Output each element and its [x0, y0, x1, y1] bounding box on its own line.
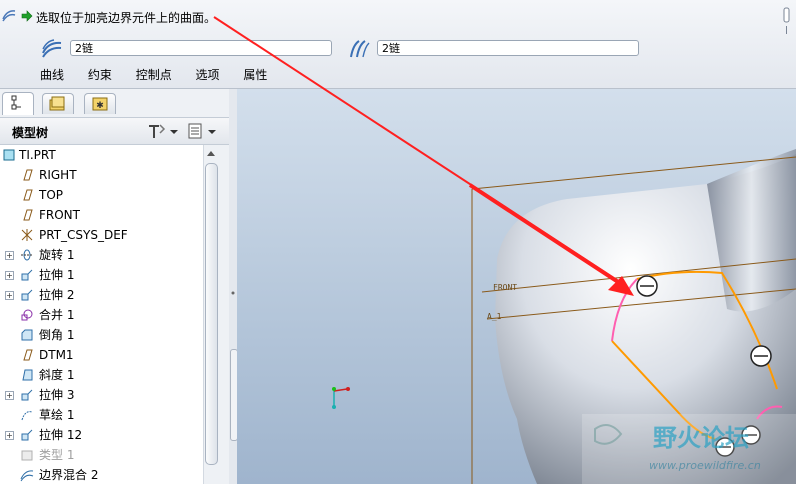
revolve-icon	[21, 249, 33, 261]
navigator-panel: ✱ 模型树 TI.PRT RIGHT TOP FRONT PRT_CSYS_DE…	[0, 89, 230, 484]
datum-plane-icon	[23, 349, 33, 361]
drag-handle[interactable]	[750, 345, 772, 367]
second-direction-icon[interactable]	[347, 39, 371, 59]
sketch-icon	[21, 411, 33, 421]
tree-item[interactable]: + 拉伸 2	[0, 285, 203, 305]
tree-item[interactable]: 边界混合 2	[0, 465, 203, 484]
merge-icon	[21, 309, 33, 321]
tree-item[interactable]: 合并 1	[0, 305, 203, 325]
tab-control-points[interactable]: 控制点	[136, 68, 172, 82]
tab-favorites[interactable]: ✱	[84, 93, 116, 114]
tree-item-root[interactable]: TI.PRT	[0, 145, 203, 165]
extrude-icon	[21, 389, 33, 401]
axis-label: A_1	[487, 312, 502, 321]
expand-icon[interactable]: +	[5, 251, 14, 260]
type-icon	[21, 450, 33, 461]
message-area: 选取位于加亮边界元件上的曲面。	[0, 0, 796, 34]
tree-item[interactable]: + 旋转 1	[0, 245, 203, 265]
boundary-blend-icon	[20, 470, 34, 482]
splitter-grip-icon	[231, 291, 235, 295]
tab-properties[interactable]: 属性	[243, 68, 267, 82]
tree-item[interactable]: FRONT	[0, 205, 203, 225]
expand-icon[interactable]: +	[5, 431, 14, 440]
dashboard-tabs: 曲线 约束 控制点 选项 属性	[40, 66, 287, 83]
navigator-tabs: ✱	[0, 89, 229, 115]
watermark-url: www.proewildfire.cn	[649, 459, 761, 472]
tab-constraints[interactable]: 约束	[88, 68, 112, 82]
tree-item[interactable]: PRT_CSYS_DEF	[0, 225, 203, 245]
expand-icon[interactable]: +	[5, 391, 14, 400]
model-tree: TI.PRT RIGHT TOP FRONT PRT_CSYS_DEF + 旋转…	[0, 145, 203, 484]
first-chain-input[interactable]	[70, 40, 332, 56]
extrude-icon	[21, 269, 33, 281]
second-chain-input[interactable]	[377, 40, 639, 56]
model-view: FRONT A_1 野火论坛 www.proewildfire.cn	[332, 149, 796, 484]
tree-scrollbar[interactable]	[203, 145, 218, 484]
tree-item[interactable]: RIGHT	[0, 165, 203, 185]
tab-options[interactable]: 选项	[196, 68, 220, 82]
triad-icon	[332, 387, 350, 409]
scroll-up-icon[interactable]	[206, 149, 216, 157]
csys-icon	[21, 229, 33, 241]
part-icon	[3, 149, 15, 161]
expand-icon[interactable]: +	[5, 271, 14, 280]
extrude-icon	[21, 289, 33, 301]
tree-item[interactable]: + 拉伸 1	[0, 265, 203, 285]
folder-icon	[49, 96, 65, 111]
watermark: 野火论坛 www.proewildfire.cn	[582, 414, 796, 484]
svg-text:✱: ✱	[96, 101, 104, 111]
tree-item[interactable]: + 拉伸 3	[0, 385, 203, 405]
datum-plane-icon	[23, 189, 33, 201]
resize-handle-icon[interactable]	[782, 6, 792, 36]
tab-curves[interactable]: 曲线	[40, 68, 64, 82]
tree-item[interactable]: 倒角 1	[0, 325, 203, 345]
boundary-blend-icon	[2, 10, 16, 22]
tree-item[interactable]: TOP	[0, 185, 203, 205]
draft-icon	[22, 369, 33, 381]
scroll-thumb[interactable]	[205, 163, 218, 465]
tree-item[interactable]: + 拉伸 12	[0, 425, 203, 445]
graphics-window[interactable]: FRONT A_1 野火论坛 www.proewildfire.cn	[237, 89, 796, 484]
first-direction-icon[interactable]	[40, 39, 64, 59]
settings-menu-icon[interactable]	[146, 122, 180, 140]
tree-item[interactable]: 斜度 1	[0, 365, 203, 385]
model-tree-header: 模型树	[0, 117, 229, 145]
tab-model-tree[interactable]	[2, 92, 34, 115]
prompt-text: 选取位于加亮边界元件上的曲面。	[36, 11, 217, 25]
datum-plane-icon	[23, 169, 33, 181]
tab-folder-browser[interactable]	[42, 93, 74, 114]
drag-handle[interactable]	[636, 275, 658, 297]
expand-icon[interactable]: +	[5, 291, 14, 300]
model-tree-icon	[11, 95, 21, 110]
tree-item[interactable]: 草绘 1	[0, 405, 203, 425]
dashboard: 选取位于加亮边界元件上的曲面。 曲线 约束 控制点 选项 属性	[0, 0, 796, 89]
tree-item[interactable]: 类型 1	[0, 445, 203, 465]
datum-plane-icon	[23, 209, 33, 221]
favorites-icon: ✱	[92, 97, 108, 111]
prompt-arrow-icon	[21, 10, 33, 22]
extrude-icon	[21, 429, 33, 441]
tree-item[interactable]: DTM1	[0, 345, 203, 365]
show-menu-icon[interactable]	[186, 122, 220, 140]
front-datum-label: FRONT	[493, 283, 517, 292]
chamfer-icon	[21, 329, 33, 341]
watermark-title: 野火论坛	[653, 424, 749, 452]
panel-splitter[interactable]	[229, 89, 238, 484]
model-tree-title: 模型树	[12, 126, 49, 140]
